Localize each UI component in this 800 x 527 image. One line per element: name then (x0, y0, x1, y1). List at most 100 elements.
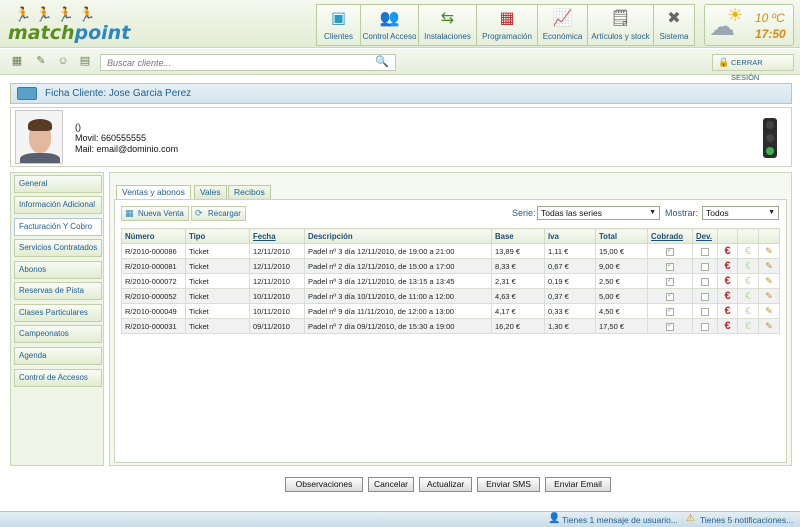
col-total[interactable]: Total (595, 228, 648, 244)
table-row[interactable]: R/2010-000072 Ticket 12/11/2010 Padel nº 3 … (121, 273, 780, 289)
nav-articulos[interactable]: 🗒 Artículos y stock (587, 4, 653, 46)
send-sms-button[interactable]: Enviar SMS (477, 477, 540, 492)
cancel-button[interactable]: Cancelar (368, 477, 414, 492)
sidebar-item-agenda[interactable]: Agenda (14, 347, 102, 365)
sidebar-item-abonos[interactable]: Abonos (14, 261, 102, 279)
col-numero[interactable]: Número (121, 228, 186, 244)
euro-red-icon[interactable]: € (724, 320, 730, 332)
clients-card-icon: ▣ (330, 10, 347, 27)
update-button[interactable]: Actualizar (419, 477, 472, 492)
cell-numero: R/2010-000031 (121, 318, 186, 334)
reload-button[interactable]: ⟳ Recargar (191, 206, 246, 221)
nav-instalaciones[interactable]: ⇆ Instalaciones (418, 4, 476, 46)
sales-panel: ▦ Nueva Venta ⟳ Recargar Serie: Todas la… (114, 199, 787, 463)
mostrar-select[interactable]: Todos ▼ (702, 206, 779, 220)
euro-green-icon[interactable]: € (745, 321, 751, 332)
col-descripcion[interactable]: Descripción (304, 228, 492, 244)
dev-checkbox[interactable] (701, 247, 709, 256)
search-input[interactable] (101, 55, 371, 70)
euro-green-icon[interactable]: € (745, 261, 751, 272)
matchpoint-logo[interactable]: 🏃🏃🏃🏃 matchpoint (8, 4, 130, 44)
dev-checkbox[interactable] (701, 322, 709, 331)
nav-economica[interactable]: 📈 Económica (537, 4, 587, 46)
euro-red-icon[interactable]: € (724, 305, 730, 317)
observaciones-button[interactable]: Observaciones (285, 477, 363, 492)
sidebar-item-campeonatos[interactable]: Campeonatos (14, 325, 102, 343)
sidebar-item-control-accesos[interactable]: Control de Accesos (14, 369, 102, 387)
tab-vales[interactable]: Vales (194, 185, 227, 199)
nav-sistema[interactable]: ✖ Sistema (653, 4, 695, 46)
table-row[interactable]: R/2010-000052 Ticket 10/11/2010 Padel nº 3 … (121, 288, 780, 304)
euro-green-icon[interactable]: € (745, 291, 751, 302)
cobrado-checkbox[interactable] (666, 306, 674, 316)
notifications-link[interactable]: ⚠ Tienes 5 notificaciones... (684, 513, 793, 526)
nav-control-acceso[interactable]: 👥 Control Acceso (360, 4, 418, 46)
cell-total: 9,00 € (595, 258, 648, 274)
cell-numero: R/2010-000072 (121, 273, 186, 289)
euro-green-icon[interactable]: € (745, 306, 751, 317)
serie-select[interactable]: Todas las series ▼ (537, 206, 660, 220)
send-email-button[interactable]: Enviar Email (545, 477, 611, 492)
weather-time: 17:50 (755, 27, 786, 41)
edit-pencil-icon[interactable]: ✎ (765, 246, 773, 256)
euro-red-icon[interactable]: € (724, 290, 730, 302)
sidebar-item-servicios[interactable]: Servicios Contratados (14, 239, 102, 257)
dev-checkbox[interactable] (701, 307, 709, 316)
sidebar-item-facturacion[interactable]: Facturación Y Cobro (14, 218, 102, 236)
weather-temperature: 10 ºC (755, 11, 785, 25)
col-base[interactable]: Base (491, 228, 545, 244)
mostrar-value: Todos (706, 208, 729, 218)
euro-green-icon[interactable]: € (745, 276, 751, 287)
user-messages-link[interactable]: 👤 Tienes 1 mensaje de usuario... (546, 513, 678, 526)
search-icon[interactable]: 🔍 (375, 55, 389, 68)
col-dev[interactable]: Dev. (692, 228, 718, 244)
new-sale-icon: ▦ (125, 208, 134, 218)
col-fecha[interactable]: Fecha (249, 228, 305, 244)
sidebar-item-clases[interactable]: Clases Particulares (14, 304, 102, 322)
user-small-icon[interactable]: ☺ (56, 54, 70, 68)
cell-iva: 1,11 € (544, 243, 596, 259)
edit-pencil-icon[interactable]: ✎ (765, 321, 773, 331)
tab-ventas-abonos[interactable]: Ventas y abonos (116, 185, 191, 199)
nav-clientes[interactable]: ▣ Clientes (316, 4, 360, 46)
sidebar-item-general[interactable]: General (14, 175, 102, 193)
edit-pencil-icon[interactable]: ✎ (765, 306, 773, 316)
nav-label: Instalaciones (424, 32, 471, 41)
cell-base: 16,20 € (491, 318, 545, 334)
table-row[interactable]: R/2010-000081 Ticket 12/11/2010 Padel nº 2 … (121, 258, 780, 274)
cobrado-checkbox[interactable] (666, 321, 674, 331)
table-row[interactable]: R/2010-000049 Ticket 10/11/2010 Padel nº 9 … (121, 303, 780, 319)
edit-pencil-icon[interactable]: ✎ (765, 261, 773, 271)
nav-programacion[interactable]: ▦ Programación (476, 4, 537, 46)
search-box: 🔍 (100, 54, 396, 71)
new-sale-button[interactable]: ▦ Nueva Venta (121, 206, 189, 221)
euro-red-icon[interactable]: € (724, 260, 730, 272)
sidebar-item-info-adicional[interactable]: Información Adicional (14, 196, 102, 214)
tab-recibos[interactable]: Recibos (228, 185, 271, 199)
col-tipo[interactable]: Tipo (185, 228, 250, 244)
euro-green-icon[interactable]: € (745, 246, 751, 257)
edit-pencil-icon[interactable]: ✎ (765, 276, 773, 286)
logout-button[interactable]: 🔒 CERRAR SESIÓN (712, 54, 794, 82)
cobrado-checkbox[interactable] (666, 246, 674, 256)
col-iva[interactable]: Iva (544, 228, 596, 244)
table-row[interactable]: R/2010-000086 Ticket 12/11/2010 Padel nº 3 … (121, 243, 780, 259)
edit-pencil-icon[interactable]: ✎ (765, 291, 773, 301)
cobrado-checkbox[interactable] (666, 261, 674, 271)
col-cobrado[interactable]: Cobrado (647, 228, 693, 244)
cell-base: 4,17 € (491, 303, 545, 319)
edit-small-icon[interactable]: ✎ (34, 54, 48, 68)
print-small-icon[interactable]: ▤ (78, 54, 92, 68)
dev-checkbox[interactable] (701, 277, 709, 286)
cell-numero: R/2010-000086 (121, 243, 186, 259)
toolbar: ▦ ✎ ☺ ▤ 🔍 🔒 CERRAR SESIÓN (0, 49, 800, 82)
table-row[interactable]: R/2010-000031 Ticket 09/11/2010 Padel nº 7 … (121, 318, 780, 334)
euro-red-icon[interactable]: € (724, 275, 730, 287)
dev-checkbox[interactable] (701, 262, 709, 271)
dev-checkbox[interactable] (701, 292, 709, 301)
cobrado-checkbox[interactable] (666, 276, 674, 286)
sidebar-item-reservas[interactable]: Reservas de Pista (14, 282, 102, 300)
cobrado-checkbox[interactable] (666, 291, 674, 301)
calendar-small-icon[interactable]: ▦ (10, 54, 24, 68)
euro-red-icon[interactable]: € (724, 245, 730, 257)
